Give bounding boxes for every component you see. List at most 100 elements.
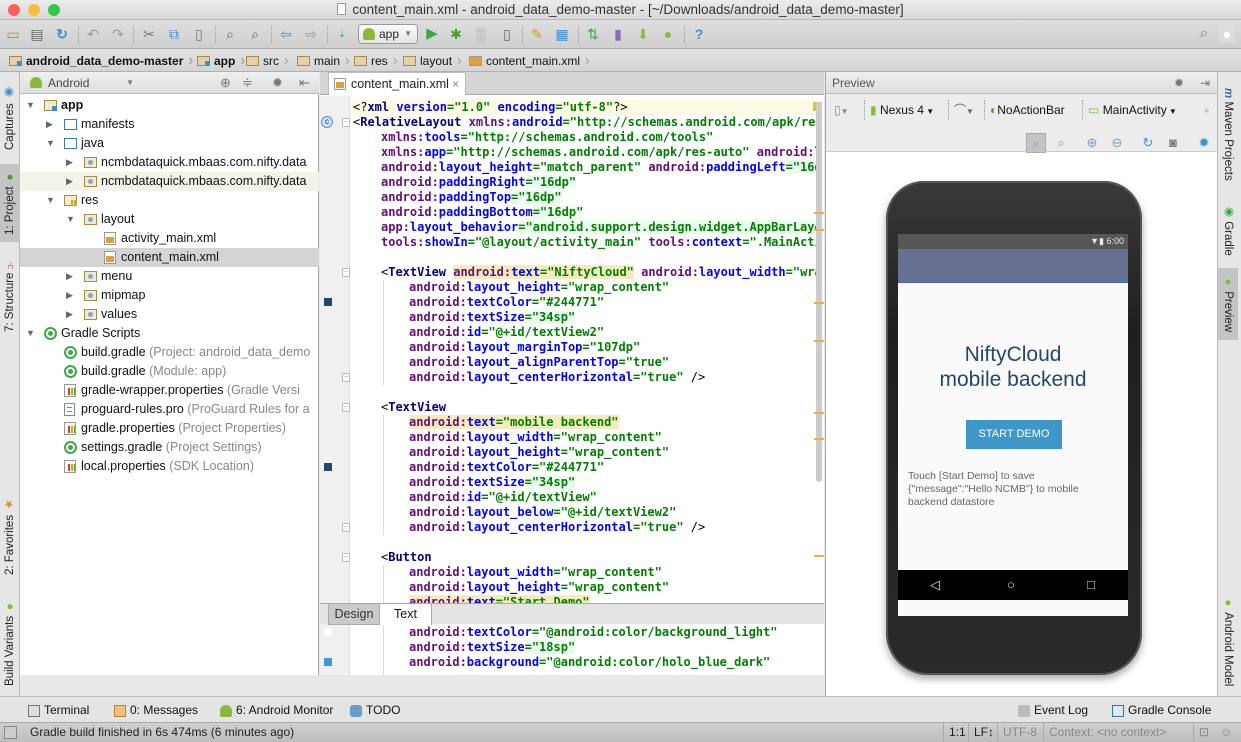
screenshot-icon[interactable]: ◙ xyxy=(1163,133,1183,153)
breadcrumb-item[interactable]: src › xyxy=(245,50,289,72)
sdk-manager-icon[interactable]: ▦ xyxy=(554,26,570,42)
tree-item[interactable]: ▶ mipmap xyxy=(20,286,319,305)
gradle-sync-icon[interactable]: ⇅ xyxy=(585,26,601,42)
color-swatch-icon[interactable] xyxy=(324,628,332,636)
color-swatch-icon[interactable] xyxy=(324,463,332,471)
tree-item[interactable]: ▶ manifests xyxy=(20,115,319,134)
tree-item[interactable]: activity_main.xml xyxy=(20,229,319,248)
hide-panel-icon[interactable]: ⇤ xyxy=(299,75,310,91)
more-icon[interactable]: » xyxy=(1204,100,1209,120)
tab-messages[interactable]: 0: Messages xyxy=(114,702,198,719)
open-folder-icon[interactable]: ▭ xyxy=(5,26,21,42)
context-indicator[interactable]: Context: <no context> xyxy=(1043,723,1193,742)
tree-item[interactable]: ▼ java xyxy=(20,134,319,153)
lock-icon[interactable]: ⊡ xyxy=(1193,723,1214,742)
tree-item[interactable]: build.gradle (Project: android_data_demo xyxy=(20,343,319,362)
tab-event-log[interactable]: Event Log xyxy=(1018,702,1088,719)
theme-dropdown[interactable]: ◐NoActionBar xyxy=(990,100,1065,120)
make-project-icon[interactable]: ⇣ xyxy=(334,26,350,42)
expanded-arrow-icon[interactable]: ▼ xyxy=(26,324,35,343)
search-everywhere-icon[interactable]: ⌕ xyxy=(1196,26,1212,42)
tab-project[interactable]: 1: Project ● xyxy=(0,164,20,242)
tree-item[interactable]: gradle.properties (Project Properties) xyxy=(20,419,319,438)
forward-icon[interactable]: ⇨ xyxy=(303,26,319,42)
color-swatch-icon[interactable] xyxy=(324,658,332,666)
tree-item[interactable]: proguard-rules.pro (ProGuard Rules for a xyxy=(20,400,319,419)
line-separator[interactable]: LF↕ xyxy=(968,723,999,742)
breadcrumb-item[interactable]: android_data_demo-master › xyxy=(8,50,193,72)
collapsed-arrow-icon[interactable]: ▶ xyxy=(66,172,73,191)
debug-icon[interactable]: ✱ xyxy=(448,26,464,42)
tree-item[interactable]: ▼ res xyxy=(20,191,319,210)
tree-item[interactable]: ▼ app xyxy=(20,96,319,115)
collapsed-arrow-icon[interactable]: ▶ xyxy=(66,153,73,172)
recents-nav-icon[interactable]: □ xyxy=(1087,577,1095,592)
back-icon[interactable]: ⇦ xyxy=(278,26,294,42)
warning-marker[interactable] xyxy=(814,412,824,414)
tab-structure[interactable]: 7: Structure ⑂ xyxy=(0,252,20,338)
tree-item[interactable]: build.gradle (Module: app) xyxy=(20,362,319,381)
toggle-tool-windows-icon[interactable] xyxy=(4,726,17,739)
refresh-icon[interactable]: ↻ xyxy=(1138,133,1158,153)
redo-icon[interactable]: ↷ xyxy=(110,26,126,42)
gear-icon[interactable]: ✹ xyxy=(1174,72,1184,94)
start-demo-button[interactable]: START DEMO xyxy=(966,420,1062,449)
tree-item[interactable]: content_main.xml xyxy=(20,248,319,267)
project-structure-icon[interactable]: ✎ xyxy=(529,26,545,42)
undo-icon[interactable]: ↶ xyxy=(85,26,101,42)
scroll-from-source-icon[interactable]: ⊕ xyxy=(220,75,231,91)
tab-maven-projects[interactable]: m Maven Projects xyxy=(1218,84,1238,184)
find-icon[interactable]: ⌕ xyxy=(222,26,238,42)
expanded-arrow-icon[interactable]: ▼ xyxy=(26,96,35,115)
run-icon[interactable]: ▶ xyxy=(424,26,440,42)
tab-build-variants[interactable]: Build Variants ● xyxy=(0,596,20,690)
back-nav-icon[interactable]: ◁ xyxy=(930,577,940,593)
tree-item[interactable]: ▶ menu xyxy=(20,267,319,286)
tab-gradle[interactable]: ◉ Gradle xyxy=(1218,200,1238,260)
tree-item[interactable]: ▶ values xyxy=(20,305,319,324)
home-nav-icon[interactable]: ○ xyxy=(1007,577,1015,592)
warning-marker[interactable] xyxy=(814,340,824,342)
zoom-out-icon[interactable]: ⊖ xyxy=(1107,133,1127,153)
breadcrumb-item[interactable]: layout › xyxy=(402,50,462,72)
actual-size-icon[interactable]: ⌕ xyxy=(1051,133,1071,153)
device-dropdown[interactable]: ▮ Nexus 4 ▼ xyxy=(870,100,934,120)
device-monitor-icon[interactable]: ▯ xyxy=(499,26,515,42)
activity-dropdown[interactable]: ▭ MainActivity ▼ xyxy=(1088,100,1177,120)
collapse-all-icon[interactable]: ≑ xyxy=(242,75,253,91)
breadcrumb-item[interactable]: res › xyxy=(353,50,398,72)
virtual-device-dropdown[interactable]: ▯▼ xyxy=(834,100,849,120)
project-view-dropdown[interactable]: Android ▼ xyxy=(28,74,134,92)
tree-item[interactable]: ▶ ncmbdataquick.mbaas.com.nifty.data xyxy=(20,153,319,172)
warning-marker[interactable] xyxy=(814,302,824,304)
warning-marker[interactable] xyxy=(814,229,824,231)
avd-manager-icon[interactable]: ▮ xyxy=(610,26,626,42)
tree-item[interactable]: local.properties (SDK Location) xyxy=(20,457,319,476)
breadcrumb-item[interactable]: main › xyxy=(296,50,350,72)
attach-debugger-icon[interactable]: ▒ xyxy=(473,26,489,42)
warning-marker[interactable] xyxy=(814,555,824,557)
paste-icon[interactable]: ▯ xyxy=(191,26,207,42)
copy-icon[interactable]: ⧉ xyxy=(166,26,182,42)
fold-icon[interactable]: − xyxy=(342,553,350,562)
zoom-in-icon[interactable]: ⊕ xyxy=(1082,133,1102,153)
tab-gradle-console[interactable]: Gradle Console xyxy=(1112,702,1211,719)
tab-todo[interactable]: TODO xyxy=(350,702,400,719)
tab-captures[interactable]: Captures ◉ xyxy=(0,76,20,160)
tab-preview[interactable]: ● Preview xyxy=(1218,268,1238,340)
editor-scrollbar[interactable] xyxy=(816,102,822,482)
expanded-arrow-icon[interactable]: ▼ xyxy=(46,134,55,153)
breadcrumb-item[interactable]: content_main.xml › xyxy=(468,50,590,72)
tree-item[interactable]: ▼ layout xyxy=(20,210,319,229)
tab-favorites[interactable]: 2: Favorites ★ xyxy=(0,492,20,580)
warning-marker[interactable] xyxy=(814,212,824,214)
expanded-arrow-icon[interactable]: ▼ xyxy=(46,191,55,210)
collapsed-arrow-icon[interactable]: ▶ xyxy=(66,305,73,324)
tree-item[interactable]: ▼ Gradle Scripts xyxy=(20,324,319,343)
run-configuration-dropdown[interactable]: app ▼ xyxy=(358,24,418,44)
tree-item[interactable]: ▶ ncmbdataquick.mbaas.com.nifty.data xyxy=(20,172,319,191)
tree-item[interactable]: settings.gradle (Project Settings) xyxy=(20,438,319,457)
breadcrumb-item[interactable]: app › xyxy=(196,50,245,72)
class-icon[interactable]: c xyxy=(321,116,333,128)
tab-terminal[interactable]: Terminal xyxy=(28,702,89,719)
